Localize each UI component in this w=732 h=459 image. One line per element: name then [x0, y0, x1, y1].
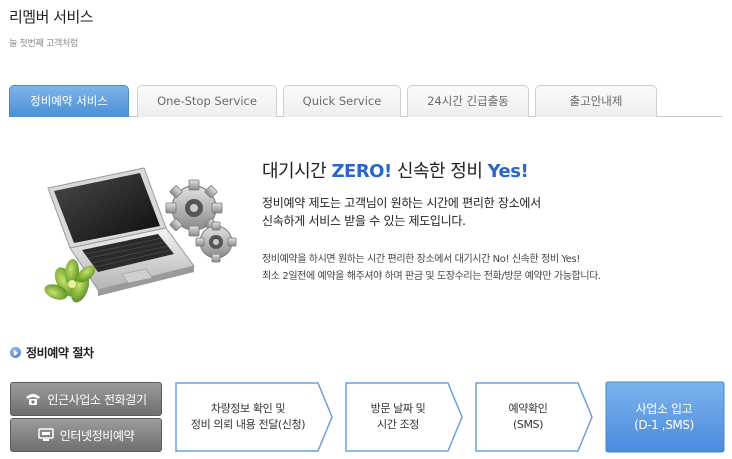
online-button-label: 인터넷정비예약 [59, 428, 135, 443]
laptop-gears-illustration [44, 167, 237, 303]
headline-text-2: 신속한 정비 [391, 161, 488, 182]
tab-maintenance-reservation[interactable]: 정비예약 서비스 [9, 85, 129, 117]
note-line: 최소 2일전에 예약을 해주셔야 하며 판금 및 도장수리는 전화/방문 예약만… [262, 271, 601, 282]
call-button-label: 인근사업소 전화걸기 [47, 392, 147, 407]
tab-quick-service[interactable]: Quick Service [283, 85, 401, 117]
step-line: (SMS) [512, 418, 544, 431]
headline-accent-yes: Yes! [487, 161, 529, 182]
tab-24h-emergency[interactable]: 24시간 긴급출동 [407, 85, 529, 117]
step-line: 정비 의뢰 내용 전달(신청) [190, 418, 306, 431]
procedure-step-2: 방문 날짜 및시간 조정 [344, 381, 464, 453]
tab-bar: 정비예약 서비스 One-Stop Service Quick Service … [9, 85, 722, 117]
headline-text-1: 대기시간 [262, 161, 332, 182]
note-line: 정비예약을 하시면 원하는 시간 편리한 장소에서 대기시간 No! 신속한 정… [262, 254, 580, 265]
online-reservation-button[interactable]: 인터넷정비예약 [10, 418, 162, 452]
step-line: 사업소 입고 [635, 402, 693, 416]
tab-one-stop-service[interactable]: One-Stop Service [137, 85, 277, 117]
step-line: 방문 날짜 및 [370, 402, 426, 415]
call-nearby-office-button[interactable]: 인근사업소 전화걸기 [10, 382, 162, 416]
intro-headline: 대기시간 ZERO! 신속한 정비 Yes! [262, 157, 529, 183]
step-label: 차량정보 확인 및정비 의뢰 내용 전달(신청) [174, 381, 322, 453]
step-label: 예약확인 (SMS) [474, 381, 582, 453]
procedure-step-3: 예약확인 (SMS) [474, 381, 594, 453]
page-title: 리멤버 서비스 [9, 8, 94, 26]
phone-icon [26, 394, 41, 405]
step-line: 시간 조정 [377, 418, 419, 431]
step-label: 사업소 입고 (D-1 ,SMS) [605, 381, 723, 453]
intro-note: 정비예약을 하시면 원하는 시간 편리한 장소에서 대기시간 No! 신속한 정… [262, 251, 601, 285]
page-subtitle: 늘 첫번째 고객처럼 [9, 39, 78, 49]
step-line: 차량정보 확인 및 [210, 402, 286, 415]
procedure-title-text: 정비예약 절차 [26, 346, 94, 360]
tab-delivery-notice[interactable]: 출고안내제 [535, 85, 657, 117]
headline-accent-zero: ZERO! [331, 161, 392, 182]
procedure-section-title: 정비예약 절차 [10, 344, 94, 361]
step-line: (D-1 ,SMS) [634, 418, 694, 432]
procedure-step-1: 차량정보 확인 및정비 의뢰 내용 전달(신청) [174, 381, 334, 453]
description-line: 정비예약 제도는 고객님이 원하는 시간에 편리한 장소에서 [262, 196, 541, 210]
step-line: 예약확인 [508, 402, 548, 415]
step-label: 방문 날짜 및시간 조정 [344, 381, 452, 453]
monitor-icon [38, 428, 54, 441]
procedure-step-4: 사업소 입고 (D-1 ,SMS) [605, 381, 725, 453]
intro-description: 정비예약 제도는 고객님이 원하는 시간에 편리한 장소에서 신속하게 서비스 … [262, 194, 541, 230]
arrow-bullet-icon [10, 347, 21, 358]
description-line: 신속하게 서비스 받을 수 있는 제도입니다. [262, 214, 466, 228]
